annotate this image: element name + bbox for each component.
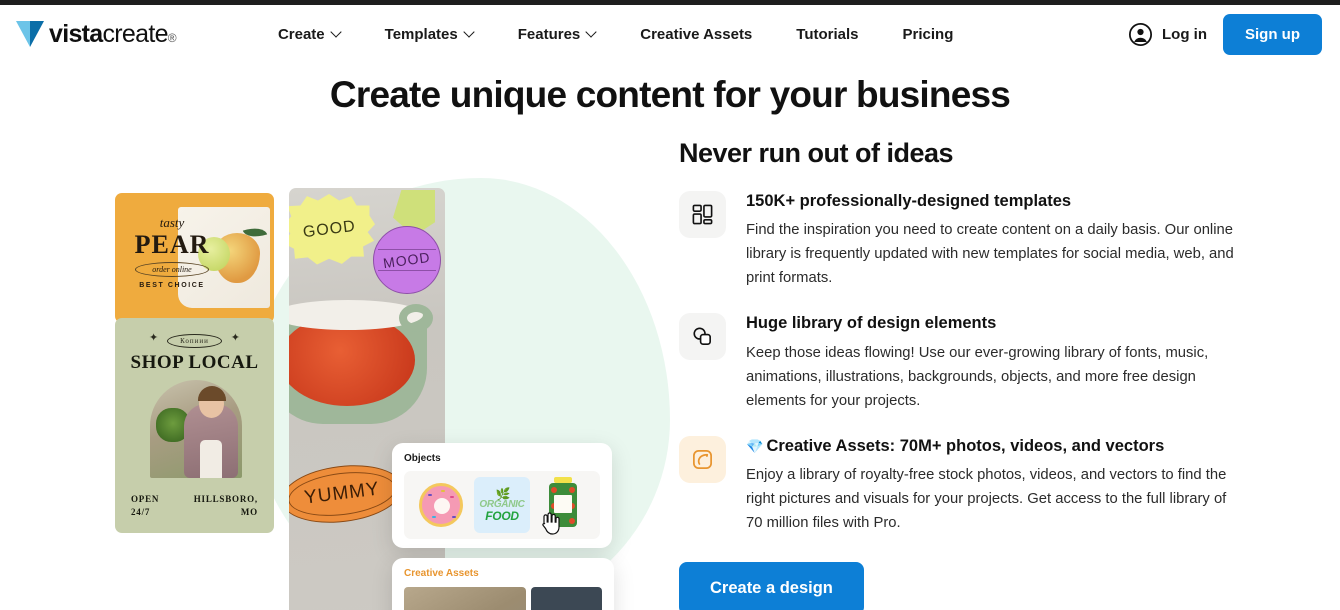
main-navigation: Create Templates Features Creative Asset… [256, 18, 975, 51]
badge-yummy-label: YUMMY [303, 478, 381, 509]
donut-object[interactable] [413, 477, 469, 533]
person-shirt [200, 440, 222, 478]
login-button[interactable]: Log in [1128, 22, 1207, 47]
feature-title: Huge library of design elements [746, 314, 997, 333]
shop-hours-line1: OPEN [131, 493, 160, 504]
creative-assets-panel: Creative Assets [392, 558, 614, 610]
objects-panel-title: Objects [404, 453, 441, 464]
feature-text: 150K+ professionally-designed templates … [746, 191, 1239, 291]
logo-trademark: ® [167, 30, 177, 45]
nav-item-creative-assets[interactable]: Creative Assets [618, 18, 774, 51]
donut-icon [418, 483, 463, 527]
header-actions: Log in Sign up [1128, 13, 1322, 55]
section-title: Never run out of ideas [679, 138, 954, 168]
nav-item-create[interactable]: Create [256, 18, 363, 51]
chevron-down-icon [465, 28, 474, 37]
nav-label: Pricing [902, 25, 954, 43]
gem-icon: 💎 [746, 437, 764, 454]
feature-item-creative-assets: 💎 Creative Assets: 70M+ photos, videos, a… [679, 435, 1239, 536]
feature-text: Huge library of design elements Keep tho… [746, 313, 1239, 413]
signup-button[interactable]: Sign up [1223, 13, 1322, 55]
feature-title: 💎 Creative Assets: 70M+ photos, videos, a… [746, 436, 1239, 457]
hand-cursor-icon [542, 512, 560, 535]
pear-title: PEAR [134, 230, 210, 259]
nav-item-pricing[interactable]: Pricing [881, 18, 976, 51]
feature-title-text: Creative Assets: 70M+ photos, videos, an… [766, 436, 1165, 455]
badge-good: GOOD [289, 194, 375, 265]
creative-assets-icon [679, 435, 726, 483]
template-card-shop-local[interactable]: ✦ ✦ Копиии SHOP LOCAL OPEN 24/7 HILLSBOR… [115, 318, 274, 533]
nav-label: Features [517, 25, 581, 43]
person-hair [198, 386, 226, 401]
logo-regular: create [102, 19, 168, 48]
organic-food-object[interactable]: 🌿 ORGANIC FOOD [473, 477, 530, 533]
nav-label: Tutorials [796, 25, 859, 43]
user-circle-icon [1128, 22, 1153, 46]
logo-wordmark: vistacreate® [49, 19, 177, 49]
feature-body: Keep those ideas flowing! Use our ever-g… [746, 344, 1209, 409]
logo-bold: vista [49, 19, 103, 48]
vistacreate-logo[interactable]: vistacreate® [16, 19, 177, 49]
objects-panel: Objects 🌿 ORGANIC FOOD [392, 443, 612, 548]
organic-food-icon: 🌿 ORGANIC FOOD [479, 488, 524, 522]
shop-city-line2: MO [240, 506, 258, 517]
feature-body: Find the inspiration you need to create … [746, 222, 1234, 287]
organic-line2: FOOD [485, 509, 519, 523]
shop-hours: OPEN 24/7 [131, 493, 159, 519]
shop-footer: OPEN 24/7 HILLSBORO, MO [115, 493, 274, 519]
login-label: Log in [1162, 25, 1207, 43]
grid-glyph [692, 204, 713, 225]
nav-item-tutorials[interactable]: Tutorials [774, 18, 880, 51]
nav-item-templates[interactable]: Templates [363, 18, 496, 51]
tart-photo[interactable] [531, 587, 602, 610]
site-header: vistacreate® Create Templates Features C… [0, 5, 1340, 63]
image-leaf-glyph [693, 449, 712, 469]
shop-badge-label: Копиии [167, 334, 222, 348]
badge-good-label: GOOD [301, 217, 357, 242]
feature-item-elements: Huge library of design elements Keep tho… [679, 313, 1239, 413]
features-column: Never run out of ideas 150K+ professiona… [679, 138, 1239, 610]
shop-title: SHOP LOCAL [130, 352, 259, 373]
templates-grid-icon [679, 191, 726, 238]
pear-footer-label: BEST CHOICE [139, 282, 205, 290]
nav-label: Creative Assets [640, 25, 753, 43]
chevron-down-icon [332, 28, 341, 37]
nav-item-features[interactable]: Features [496, 18, 619, 51]
feature-item-templates: 150K+ professionally-designed templates … [679, 191, 1239, 291]
feature-body: Enjoy a library of royalty-free stock ph… [746, 467, 1227, 532]
create-a-design-button[interactable]: Create a design [679, 562, 864, 610]
pear-card-text: tasty PEAR order online BEST CHOICE [129, 215, 215, 289]
shop-badge-row: Копиии [115, 330, 274, 348]
salad-bowl-photo[interactable] [404, 587, 527, 610]
badge-mood: MOOD [373, 226, 441, 294]
pear-oval-label: order online [135, 262, 209, 278]
pear-script-label: tasty [159, 215, 185, 230]
shop-hours-line2: 24/7 [131, 506, 151, 517]
shop-location: HILLSBORO, MO [194, 493, 258, 519]
shop-photo [150, 380, 242, 478]
creative-assets-row [404, 587, 602, 610]
page-title: Create unique content for your business [329, 74, 1011, 115]
badge-mood-label: MOOD [382, 248, 432, 272]
page-root: vistacreate® Create Templates Features C… [0, 0, 1340, 610]
hero-illustration: tasty PEAR order online BEST CHOICE ✦ ✦ … [0, 130, 672, 610]
feature-title: 150K+ professionally-designed templates [746, 192, 1072, 210]
shop-city-line1: HILLSBORO, [193, 493, 258, 504]
shapes-glyph [693, 327, 711, 346]
nav-label: Templates [384, 25, 458, 43]
chevron-down-icon [587, 28, 596, 37]
creative-assets-panel-title: Creative Assets [404, 568, 479, 579]
shapes-icon [679, 313, 726, 361]
feature-text: 💎 Creative Assets: 70M+ photos, videos, a… [746, 436, 1239, 536]
template-card-pear[interactable]: tasty PEAR order online BEST CHOICE [115, 193, 274, 323]
nav-label: Create [277, 25, 325, 43]
badge-yummy: YUMMY [289, 458, 406, 530]
vista-triangle-icon [16, 21, 44, 47]
objects-panel-row: 🌿 ORGANIC FOOD [404, 471, 600, 539]
soup-handle [399, 304, 433, 332]
